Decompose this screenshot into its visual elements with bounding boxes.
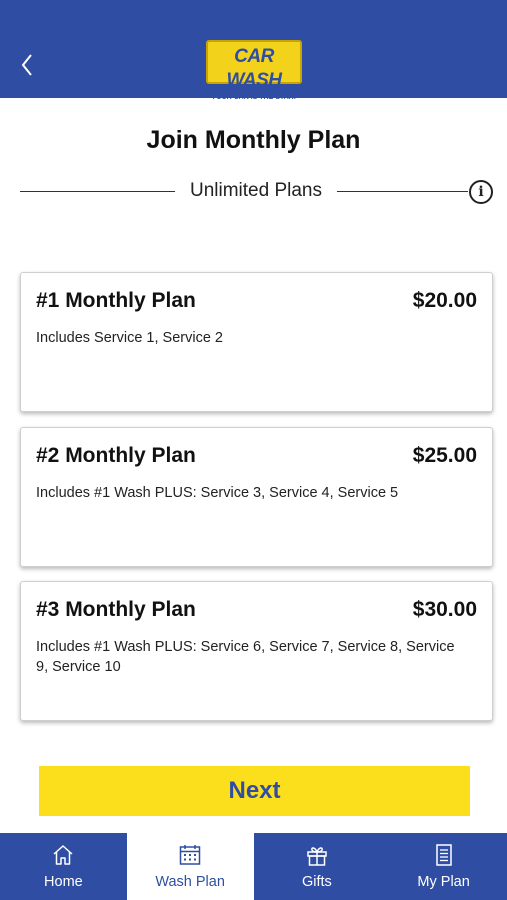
- plan-description: Includes #1 Wash PLUS: Service 6, Servic…: [36, 639, 455, 675]
- plan-price: $30.00: [412, 598, 477, 621]
- plan-card-2[interactable]: #2 Monthly Plan $25.00 Includes #1 Wash …: [20, 427, 493, 567]
- divider-line-right: [337, 191, 468, 192]
- plan-name: #3 Monthly Plan: [36, 598, 196, 621]
- plan-name: #1 Monthly Plan: [36, 289, 196, 312]
- back-button[interactable]: [14, 48, 44, 84]
- tab-label: Home: [44, 874, 83, 890]
- plan-card-1[interactable]: #1 Monthly Plan $20.00 Includes Service …: [20, 272, 493, 412]
- tab-wash-plan[interactable]: Wash Plan: [126, 833, 254, 900]
- calendar-icon: [178, 843, 202, 867]
- chevron-left-icon: [14, 48, 44, 84]
- plan-card-3[interactable]: #3 Monthly Plan $30.00 Includes #1 Wash …: [20, 581, 493, 721]
- page-title: Join Monthly Plan: [146, 126, 361, 154]
- tab-label: Gifts: [301, 874, 332, 890]
- plan-description: Includes Service 1, Service 2: [36, 330, 223, 346]
- logo-tagline: YOUR CAR IS THE STAR!: [211, 94, 297, 101]
- top-navigation-bar: CAR WASH YOUR CAR IS THE STAR!: [0, 0, 507, 101]
- tab-label: Wash Plan: [155, 874, 225, 890]
- plan-price: $20.00: [412, 289, 477, 312]
- bottom-tab-bar: Home Wash Plan Gifts My Plan: [0, 833, 507, 900]
- tab-label: My Plan: [417, 874, 470, 890]
- plan-name: #2 Monthly Plan: [36, 444, 196, 467]
- gift-icon: [305, 843, 329, 867]
- logo-text: CAR WASH: [226, 46, 283, 91]
- info-icon[interactable]: i: [469, 180, 493, 204]
- section-label: Unlimited Plans: [190, 180, 322, 201]
- home-icon: [51, 843, 75, 867]
- plan-price: $25.00: [412, 444, 477, 467]
- tab-gifts[interactable]: Gifts: [254, 833, 381, 900]
- car-wash-logo: CAR WASH YOUR CAR IS THE STAR!: [206, 40, 302, 101]
- next-button[interactable]: Next: [39, 766, 470, 816]
- tab-my-plan[interactable]: My Plan: [380, 833, 507, 900]
- document-icon: [432, 843, 456, 867]
- divider-line-left: [20, 191, 175, 192]
- section-divider: Unlimited Plans i: [20, 176, 494, 208]
- plan-description: Includes #1 Wash PLUS: Service 3, Servic…: [36, 485, 399, 501]
- tab-home[interactable]: Home: [0, 833, 127, 900]
